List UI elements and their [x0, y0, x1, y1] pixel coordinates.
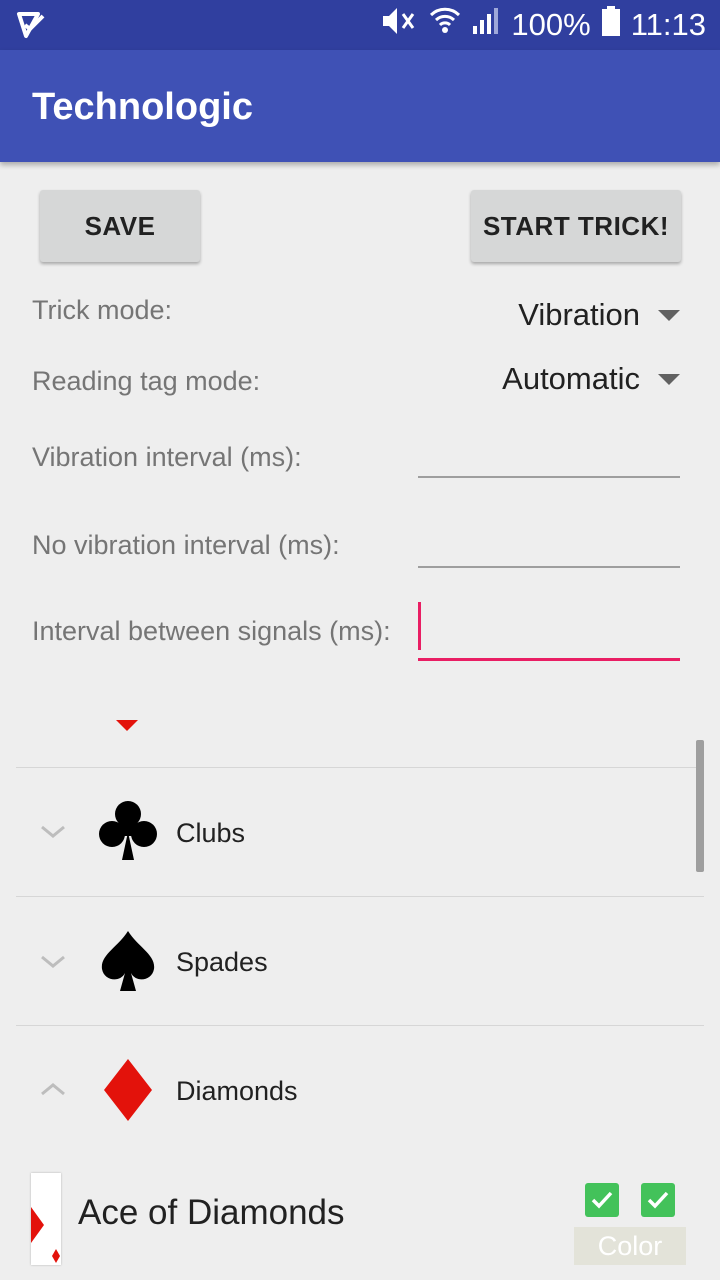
- interval-between-signals-field[interactable]: [418, 602, 680, 661]
- signal-icon: [471, 6, 501, 44]
- mute-icon: [379, 4, 419, 46]
- no-vibration-interval-field[interactable]: [418, 510, 680, 568]
- save-button[interactable]: SAVE: [40, 190, 200, 262]
- reading-tag-mode-value: Automatic: [502, 361, 640, 396]
- group-clubs[interactable]: Clubs: [16, 768, 704, 896]
- group-diamonds[interactable]: Diamonds: [16, 1026, 704, 1154]
- group-label-diamonds: Diamonds: [176, 1076, 298, 1106]
- card-row[interactable]: Ace of Diamonds Color: [0, 1165, 720, 1280]
- check-icon: [591, 1191, 613, 1209]
- battery-icon: [601, 5, 621, 45]
- chevron-up-icon: [40, 1081, 66, 1102]
- chevron-down-icon: [40, 824, 66, 845]
- trick-mode-label: Trick mode:: [32, 295, 173, 325]
- group-label-clubs: Clubs: [176, 818, 246, 848]
- wifi-icon: [429, 5, 461, 45]
- vibration-interval-field[interactable]: [418, 420, 680, 478]
- app-title: Technologic: [32, 86, 253, 128]
- start-trick-button[interactable]: START TRICK!: [471, 190, 681, 262]
- clubs-icon: [96, 798, 160, 867]
- interval-between-signals-label: Interval between signals (ms):: [32, 616, 391, 646]
- card-name: Ace of Diamonds: [78, 1193, 345, 1232]
- spades-icon: [96, 929, 160, 998]
- color-label: Color: [574, 1227, 686, 1265]
- group-label-spades: Spades: [176, 947, 268, 977]
- app-notification-icon: [16, 10, 46, 40]
- reading-tag-mode-label: Reading tag mode:: [32, 366, 261, 396]
- dropdown-arrow-icon: [658, 373, 680, 385]
- clock: 11:13: [630, 7, 706, 42]
- card-thumbnail: [31, 1173, 61, 1265]
- text-cursor: [418, 602, 421, 650]
- chevron-down-icon: [40, 954, 66, 975]
- app-bar: Technologic: [0, 50, 720, 162]
- check-icon: [647, 1191, 669, 1209]
- checkbox[interactable]: [641, 1183, 675, 1217]
- no-vibration-interval-label: No vibration interval (ms):: [32, 530, 340, 560]
- status-bar: 100% 11:13: [0, 0, 720, 50]
- vibration-interval-label: Vibration interval (ms):: [32, 442, 302, 472]
- collapse-arrow-icon[interactable]: [116, 720, 138, 731]
- reading-tag-mode-spinner[interactable]: Automatic: [502, 360, 680, 398]
- battery-percent: 100%: [511, 7, 591, 42]
- dropdown-arrow-icon: [658, 309, 680, 321]
- group-spades[interactable]: Spades: [16, 897, 704, 1025]
- checkbox[interactable]: [585, 1183, 619, 1217]
- trick-mode-spinner[interactable]: Vibration: [518, 296, 680, 334]
- diamonds-icon: [96, 1058, 160, 1127]
- trick-mode-value: Vibration: [518, 297, 640, 332]
